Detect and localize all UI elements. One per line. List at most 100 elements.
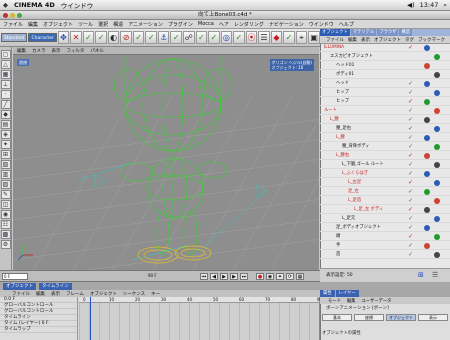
object-row[interactable]: 腰_背骨ボディ ✓ bbox=[320, 143, 450, 151]
ik-tool-icon[interactable]: ⊘ bbox=[120, 31, 132, 44]
chain-tool-icon[interactable]: ✓ bbox=[145, 31, 157, 44]
object-tag-icon[interactable] bbox=[434, 126, 440, 132]
skin-tool-icon[interactable]: ✓ bbox=[132, 31, 145, 44]
object-row[interactable]: 頭 ✓ bbox=[320, 233, 450, 241]
bone-tool-icon[interactable]: ✓ bbox=[95, 31, 107, 44]
goto-end-icon[interactable]: ⏭ bbox=[240, 273, 248, 280]
object-tag-icon[interactable] bbox=[434, 108, 440, 114]
viewport-menu-item[interactable]: フィルタ bbox=[67, 48, 85, 54]
layer-icon[interactable]: ☷ bbox=[0, 220, 11, 229]
render-tool-icon[interactable]: ▣ bbox=[308, 31, 320, 44]
tab-object[interactable]: オブジェクト bbox=[3, 282, 36, 290]
visibility-check-icon[interactable]: ✓ bbox=[408, 206, 413, 214]
timeline-menu-item[interactable]: オブジェクト bbox=[90, 291, 117, 297]
object-row[interactable]: L_腰右 ✓ bbox=[320, 152, 450, 160]
menu-item[interactable]: 選択 bbox=[98, 21, 108, 28]
object-tag-icon[interactable] bbox=[424, 225, 430, 231]
visibility-check-icon[interactable]: ✓ bbox=[408, 125, 413, 133]
timeline-menu-item[interactable]: フレーム bbox=[66, 291, 84, 297]
object-tag-icon[interactable] bbox=[434, 216, 440, 222]
cluster-tool-icon[interactable]: ☰ bbox=[258, 31, 270, 44]
menu-item[interactable]: アニメーション bbox=[128, 21, 163, 28]
menu-item[interactable]: ツール bbox=[78, 21, 93, 28]
object-row[interactable]: L_腰 ✓ bbox=[320, 134, 450, 142]
point-mode-icon[interactable]: · bbox=[0, 90, 11, 99]
mirror-tool-icon[interactable]: ✓ bbox=[208, 31, 220, 44]
object-row[interactable]: L_足首 ✓ bbox=[320, 197, 450, 205]
polygon-mode-icon[interactable]: ◆ bbox=[0, 110, 11, 119]
object-row[interactable]: L_下腿,ゴール ルート ✓ bbox=[320, 161, 450, 169]
object-menu-item[interactable]: ファイル bbox=[326, 37, 344, 43]
snap-icon[interactable]: ⊞ bbox=[0, 150, 11, 159]
timeline-settings-icon[interactable]: ▦ bbox=[296, 273, 304, 280]
minimize-button[interactable] bbox=[10, 13, 15, 18]
object-row[interactable]: ヘッド ✓ bbox=[320, 80, 450, 88]
list-view-icon[interactable]: ☰ bbox=[432, 271, 438, 279]
autokey-icon[interactable]: ◉ bbox=[266, 273, 274, 280]
menu-item[interactable]: オブジェクト bbox=[43, 21, 73, 28]
app-menu[interactable]: CINEMA 4D bbox=[14, 1, 55, 9]
object-menu-item[interactable]: 表示 bbox=[361, 37, 370, 43]
move-tool-icon[interactable]: ✥ bbox=[57, 31, 70, 44]
viewport[interactable]: 透視 ポリゴン ヘジル(自動) オブジェクト: 16 bbox=[13, 55, 319, 270]
playhead[interactable] bbox=[90, 297, 91, 340]
os-menu-window[interactable]: ウインドウ bbox=[61, 0, 94, 10]
object-manager-tab[interactable]: マテリアル bbox=[350, 29, 377, 36]
object-row[interactable]: L_足_左 ボディ ✓ bbox=[320, 206, 450, 214]
object-tag-icon[interactable] bbox=[434, 72, 440, 78]
volume-icon[interactable]: ◀) bbox=[407, 1, 415, 9]
menu-item[interactable]: ヘア bbox=[219, 21, 229, 28]
visibility-check-icon[interactable]: ✓ bbox=[408, 116, 413, 124]
tab-character[interactable]: Character bbox=[28, 33, 57, 42]
visibility-check-icon[interactable]: ✓ bbox=[408, 215, 413, 223]
attr-tab-coord[interactable]: 座標 bbox=[354, 314, 384, 321]
attr-menu-mode[interactable]: モード bbox=[328, 298, 341, 304]
object-row[interactable]: ボディ01 bbox=[320, 71, 450, 79]
xpresso-tool-icon[interactable]: ✓ bbox=[233, 31, 245, 44]
object-manager-tab[interactable]: オブジェクト bbox=[320, 29, 350, 36]
paint-icon[interactable]: ▩ bbox=[0, 230, 11, 239]
object-row[interactable]: 手 ✓ bbox=[320, 242, 450, 250]
menu-item[interactable]: レンダリング bbox=[234, 21, 264, 28]
attr-menu-userdata[interactable]: ユーザーデータ bbox=[361, 298, 391, 304]
object-tag-icon[interactable] bbox=[424, 81, 430, 87]
object-row[interactable]: L_腰 ✓ bbox=[320, 116, 450, 124]
axis-mode-icon[interactable]: ⟂ bbox=[0, 80, 11, 89]
camera-tool-icon[interactable]: ⌖ bbox=[295, 31, 308, 44]
zoom-button[interactable] bbox=[17, 13, 22, 18]
timeline-ruler[interactable]: 0102030405060708090 bbox=[79, 297, 322, 303]
menu-item[interactable]: 編集 bbox=[28, 21, 38, 28]
viewport-menu-item[interactable]: 表示 bbox=[52, 48, 61, 54]
brush-icon[interactable]: ✎ bbox=[0, 190, 11, 199]
object-manager-tab[interactable]: ブラウザ bbox=[377, 29, 399, 36]
grid-icon[interactable]: ▥ bbox=[0, 170, 11, 179]
object-tag-icon[interactable] bbox=[424, 243, 430, 249]
timeline-menu-item[interactable]: ファイル bbox=[12, 291, 30, 297]
menu-item[interactable]: ウインドウ bbox=[309, 21, 334, 28]
weight-tool-icon[interactable]: ◐ bbox=[107, 31, 120, 44]
menu-item[interactable]: プラグイン bbox=[168, 21, 193, 28]
attr-tab-object[interactable]: オブジェクト bbox=[386, 314, 416, 321]
object-tag-icon[interactable] bbox=[434, 162, 440, 168]
menu-item[interactable]: 構造 bbox=[113, 21, 123, 28]
visibility-check-icon[interactable]: ✓ bbox=[408, 170, 413, 178]
object-tag-icon[interactable] bbox=[424, 63, 430, 69]
record-icon[interactable]: ● bbox=[256, 273, 264, 280]
spline-ik-tool-icon[interactable]: ✓ bbox=[283, 31, 295, 44]
object-tag-icon[interactable] bbox=[434, 252, 440, 258]
next-frame-icon[interactable]: ▶ bbox=[230, 273, 238, 280]
object-menu-item[interactable]: オブジェクト bbox=[374, 37, 401, 43]
texture-mode-icon[interactable]: ▦ bbox=[0, 70, 11, 79]
viewport-menu-item[interactable]: カメラ bbox=[32, 48, 46, 54]
delete-tool-icon[interactable]: ✕ bbox=[70, 31, 82, 44]
current-frame-field[interactable]: 0 F bbox=[2, 273, 28, 280]
tab-standard[interactable]: Standard bbox=[1, 33, 28, 42]
spotlight-icon[interactable]: ⌕ bbox=[443, 1, 447, 10]
object-row[interactable]: ヒップ ✓ bbox=[320, 89, 450, 97]
object-tag-icon[interactable] bbox=[434, 144, 440, 150]
menu-item[interactable]: ファイル bbox=[3, 21, 23, 28]
timeline-menu-item[interactable]: キー bbox=[151, 291, 160, 297]
play-icon[interactable]: ▶ bbox=[220, 273, 228, 280]
object-row[interactable]: エスカピオブジェクト bbox=[320, 53, 450, 61]
object-tag-icon[interactable] bbox=[424, 153, 430, 159]
